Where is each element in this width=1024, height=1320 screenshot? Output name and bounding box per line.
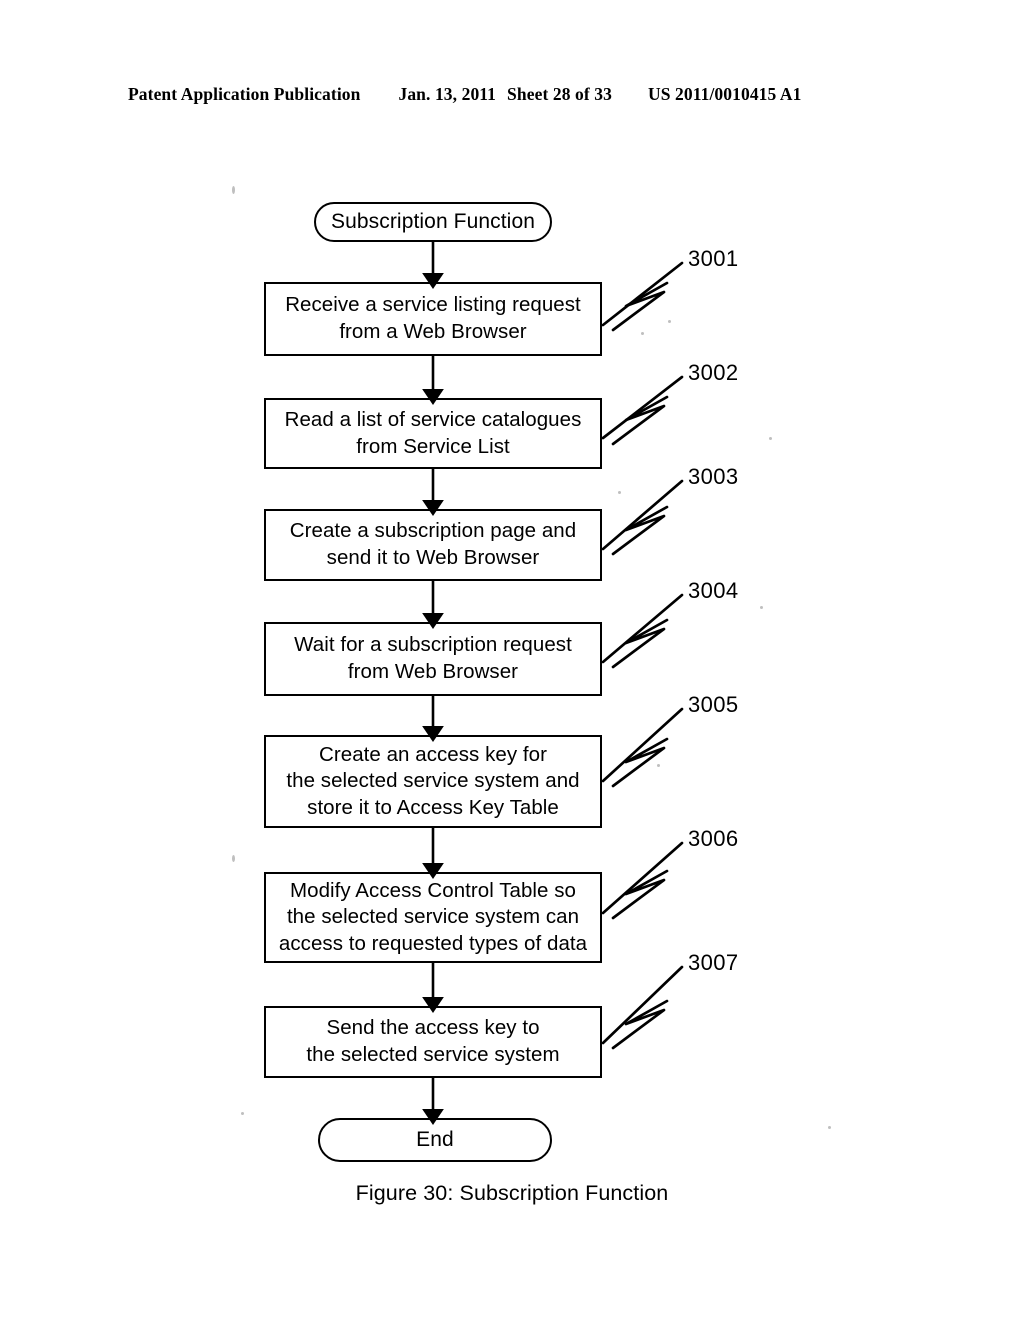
scan-speck <box>618 491 621 494</box>
leadline-3006 <box>601 841 684 915</box>
flow-end-terminator: End <box>318 1118 552 1162</box>
scan-speck <box>657 764 660 767</box>
leadline-3005 <box>601 707 684 783</box>
flow-step-3006-label: Modify Access Control Table so the selec… <box>278 878 588 955</box>
flow-start-terminator: Subscription Function <box>314 202 552 242</box>
flow-step-3002-label: Read a list of service catalogues from S… <box>284 407 582 458</box>
patent-figure-page: Patent Application Publication Jan. 13, … <box>0 0 1024 1320</box>
flow-step-3007: Send the access key to the selected serv… <box>264 1006 602 1078</box>
leadline-3007 <box>601 965 684 1045</box>
leadline-zigzag-3003 <box>611 505 669 556</box>
flow-end-label: End <box>416 1128 454 1152</box>
leadline-zigzag-3005 <box>611 737 669 788</box>
leadline-3004 <box>601 593 684 664</box>
flow-step-3007-label: Send the access key to the selected serv… <box>306 1016 560 1066</box>
leadline-3002 <box>601 375 684 440</box>
scan-speck <box>232 855 235 862</box>
scan-speck <box>828 1126 831 1129</box>
figure-caption: Figure 30: Subscription Function <box>355 1181 669 1205</box>
scan-speck <box>668 320 671 323</box>
scan-speck <box>769 437 772 440</box>
flow-ref-3003: 3003 <box>688 464 739 489</box>
flow-step-3006: Modify Access Control Table so the selec… <box>264 872 602 963</box>
flow-ref-3002: 3002 <box>688 360 739 385</box>
leadline-3003 <box>601 479 684 551</box>
flow-ref-3004: 3004 <box>688 578 739 603</box>
scan-speck <box>241 1112 244 1115</box>
flow-step-3003-label: Create a subscription page and send it t… <box>289 519 577 569</box>
scan-speck <box>232 186 235 194</box>
flow-step-3005-label: Create an access key for the selected se… <box>286 742 580 819</box>
leadline-zigzag-3001 <box>611 281 669 332</box>
flow-ref-3005: 3005 <box>688 692 739 717</box>
flow-ref-3006: 3006 <box>688 826 739 851</box>
leadline-zigzag-3002 <box>611 395 669 446</box>
flow-step-3002: Read a list of service catalogues from S… <box>264 398 602 469</box>
scan-speck <box>641 332 644 335</box>
flow-step-3001-label: Receive a service listing request from a… <box>285 293 581 343</box>
leadline-zigzag-3007 <box>611 999 669 1050</box>
flow-step-3004-label: Wait for a subscription request from Web… <box>294 633 572 683</box>
scan-speck <box>760 606 763 609</box>
leadline-3001 <box>601 261 684 327</box>
flow-ref-3007: 3007 <box>688 950 739 975</box>
flow-step-3003: Create a subscription page and send it t… <box>264 509 602 581</box>
flow-step-3004: Wait for a subscription request from Web… <box>264 622 602 696</box>
flow-leadline-group <box>601 261 684 1050</box>
flowchart-diagram: Subscription Function Receive a service … <box>0 0 1024 1320</box>
flow-step-3001: Receive a service listing request from a… <box>264 282 602 356</box>
leadline-zigzag-3004 <box>611 618 669 669</box>
flow-start-label: Subscription Function <box>330 210 536 234</box>
leadline-zigzag-3006 <box>611 869 669 920</box>
flow-ref-3001: 3001 <box>688 246 739 271</box>
flow-step-3005: Create an access key for the selected se… <box>264 735 602 828</box>
